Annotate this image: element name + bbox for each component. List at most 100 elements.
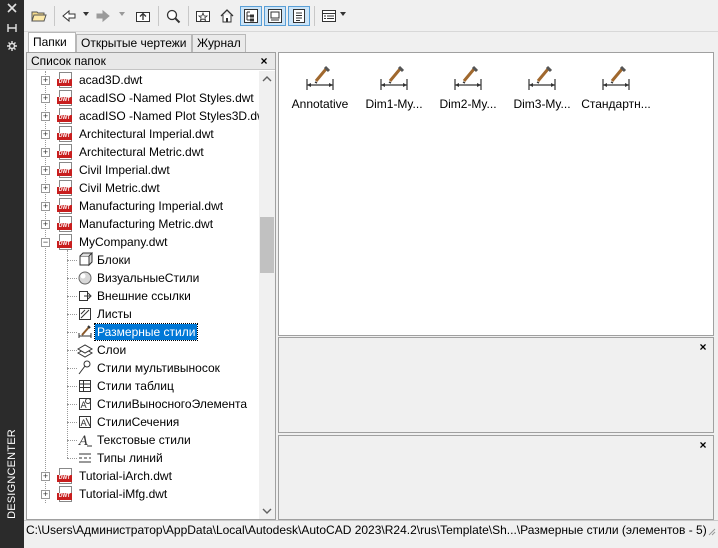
tree-item-file[interactable]: + DWT Tutorial-iMfg.dwt [27, 485, 259, 503]
dwt-file-icon: DWT [57, 90, 75, 106]
folder-list-title: Список папок [31, 54, 106, 68]
views-dropdown-icon[interactable] [340, 12, 346, 16]
tree-item-category[interactable]: Блоки [27, 251, 259, 269]
tree-item-label: Блоки [97, 253, 131, 267]
tree-item-file[interactable]: + DWT Civil Imperial.dwt [27, 161, 259, 179]
forward-dropdown-icon[interactable] [119, 12, 125, 16]
tree-item-label: Manufacturing Metric.dwt [79, 217, 214, 231]
expand-toggle-icon[interactable]: − [41, 238, 50, 247]
dimstyle-item[interactable]: Annotative [283, 61, 357, 113]
folder-tree-scrollbar[interactable] [259, 71, 275, 519]
favorites-button[interactable] [192, 6, 214, 26]
tree-item-file[interactable]: + DWT acadISO -Named Plot Styles3D.dwt [27, 107, 259, 125]
search-button[interactable] [162, 6, 184, 26]
tree-item-category[interactable]: A СтилиСечения [27, 413, 259, 431]
home-button[interactable] [216, 6, 238, 26]
dimstyle-item-label: Стандартн... [581, 97, 651, 111]
preview-close-icon[interactable]: × [697, 341, 709, 353]
expand-toggle-icon[interactable]: + [41, 202, 50, 211]
tree-item-file[interactable]: + DWT Manufacturing Metric.dwt [27, 215, 259, 233]
views-button[interactable] [318, 6, 340, 26]
tree-item-file[interactable]: + DWT acadISO -Named Plot Styles.dwt [27, 89, 259, 107]
description-icon [293, 9, 305, 23]
scroll-up-icon[interactable] [259, 71, 275, 87]
tree-item-category[interactable]: A СтилиВыносногоЭлемента [27, 395, 259, 413]
tab-history[interactable]: Журнал [192, 34, 246, 52]
resize-grip-icon[interactable] [706, 526, 716, 536]
tree-item-category[interactable]: Листы [27, 305, 259, 323]
tree-item-file[interactable]: + DWT Architectural Metric.dwt [27, 143, 259, 161]
expand-toggle-icon[interactable]: + [41, 130, 50, 139]
tree-item-category[interactable]: Стили мультивыносок [27, 359, 259, 377]
tree-item-category[interactable]: Стили таблиц [27, 377, 259, 395]
tab-open-drawings[interactable]: Открытые чертежи [76, 34, 192, 52]
open-folder-button[interactable] [28, 6, 50, 26]
expand-toggle-icon[interactable]: + [41, 472, 50, 481]
folder-list-close-icon[interactable]: × [257, 54, 271, 68]
dimstyle-item[interactable]: Dim3-My... [505, 61, 579, 113]
dwt-file-icon: DWT [57, 108, 75, 124]
settings-icon[interactable] [4, 40, 20, 54]
tree-view-toggle[interactable] [240, 6, 262, 26]
description-toggle[interactable] [288, 6, 310, 26]
svg-text:A: A [78, 434, 88, 448]
expand-toggle-icon[interactable]: + [41, 166, 50, 175]
layouts-icon [77, 306, 93, 322]
preview-toggle[interactable] [264, 6, 286, 26]
tree-item-category[interactable]: ВизуальныеСтили [27, 269, 259, 287]
tree-item-label: Текстовые стили [97, 433, 191, 447]
toolbar [24, 0, 718, 32]
preview-pane: × [278, 337, 714, 433]
tree-item-label: Tutorial-iMfg.dwt [79, 487, 168, 501]
dimstyle-item[interactable]: Dim1-My... [357, 61, 431, 113]
expand-toggle-icon[interactable]: + [41, 112, 50, 121]
expand-toggle-icon[interactable]: + [41, 148, 50, 157]
linetypes-icon [77, 450, 93, 466]
tree-item-category[interactable]: Типы линий [27, 449, 259, 467]
pin-icon[interactable] [4, 22, 20, 36]
tree-item-category[interactable]: Размерные стили [27, 323, 259, 341]
tree-item-file[interactable]: − DWT MyCompany.dwt [27, 233, 259, 251]
back-button[interactable] [58, 6, 80, 26]
tree-item-label: Размерные стили [93, 323, 199, 341]
expand-toggle-icon[interactable]: + [41, 94, 50, 103]
tree-item-file[interactable]: + DWT Architectural Imperial.dwt [27, 125, 259, 143]
palette-title-text: DESIGNCENTER [6, 429, 18, 519]
scroll-thumb[interactable] [260, 217, 274, 273]
tree-item-file[interactable]: + DWT Manufacturing Imperial.dwt [27, 197, 259, 215]
tab-folders[interactable]: Папки [28, 32, 76, 52]
expand-toggle-icon[interactable]: + [41, 220, 50, 229]
back-dropdown-icon[interactable] [83, 12, 89, 16]
tree-item-label: Стили мультивыносок [97, 361, 220, 375]
up-folder-icon [136, 12, 150, 22]
up-folder-button[interactable] [132, 6, 154, 26]
tree-item-file[interactable]: + DWT Civil Metric.dwt [27, 179, 259, 197]
expand-toggle-icon[interactable]: + [41, 490, 50, 499]
palette-title: DESIGNCENTER [2, 424, 22, 524]
tree-item-file[interactable]: + DWT Tutorial-iArch.dwt [27, 467, 259, 485]
expand-toggle-icon[interactable]: + [41, 76, 50, 85]
tree-item-category[interactable]: Внешние ссылки [27, 287, 259, 305]
dwt-file-icon: DWT [57, 216, 75, 232]
dwt-file-icon: DWT [57, 468, 75, 484]
scroll-down-icon[interactable] [259, 503, 275, 519]
tree-item-label: Civil Metric.dwt [79, 181, 160, 195]
dimstyle-item[interactable]: Стандартн... [579, 61, 653, 113]
expand-toggle-icon[interactable]: + [41, 184, 50, 193]
status-path: C:\Users\Администратор\AppData\Local\Aut… [26, 523, 707, 537]
folder-list-header: Список папок × [27, 53, 275, 70]
forward-button[interactable] [92, 6, 114, 26]
tree-item-label: СтилиВыносногоЭлемента [97, 397, 248, 411]
section-view-style-icon: A [77, 414, 93, 430]
tree-item-label: acad3D.dwt [79, 73, 143, 87]
dimstyle-item[interactable]: Dim2-My... [431, 61, 505, 113]
tree-item-category[interactable]: A Текстовые стили [27, 431, 259, 449]
detail-view-style-icon: A [77, 396, 93, 412]
description-close-icon[interactable]: × [697, 439, 709, 451]
tree-item-file[interactable]: + DWT acad3D.dwt [27, 71, 259, 89]
status-bar: C:\Users\Администратор\AppData\Local\Aut… [24, 520, 718, 538]
tree-item-category[interactable]: Слои [27, 341, 259, 359]
close-icon[interactable] [4, 2, 20, 16]
tree-item-label: acadISO -Named Plot Styles3D.dwt [79, 109, 259, 123]
visual-styles-icon [77, 270, 93, 286]
